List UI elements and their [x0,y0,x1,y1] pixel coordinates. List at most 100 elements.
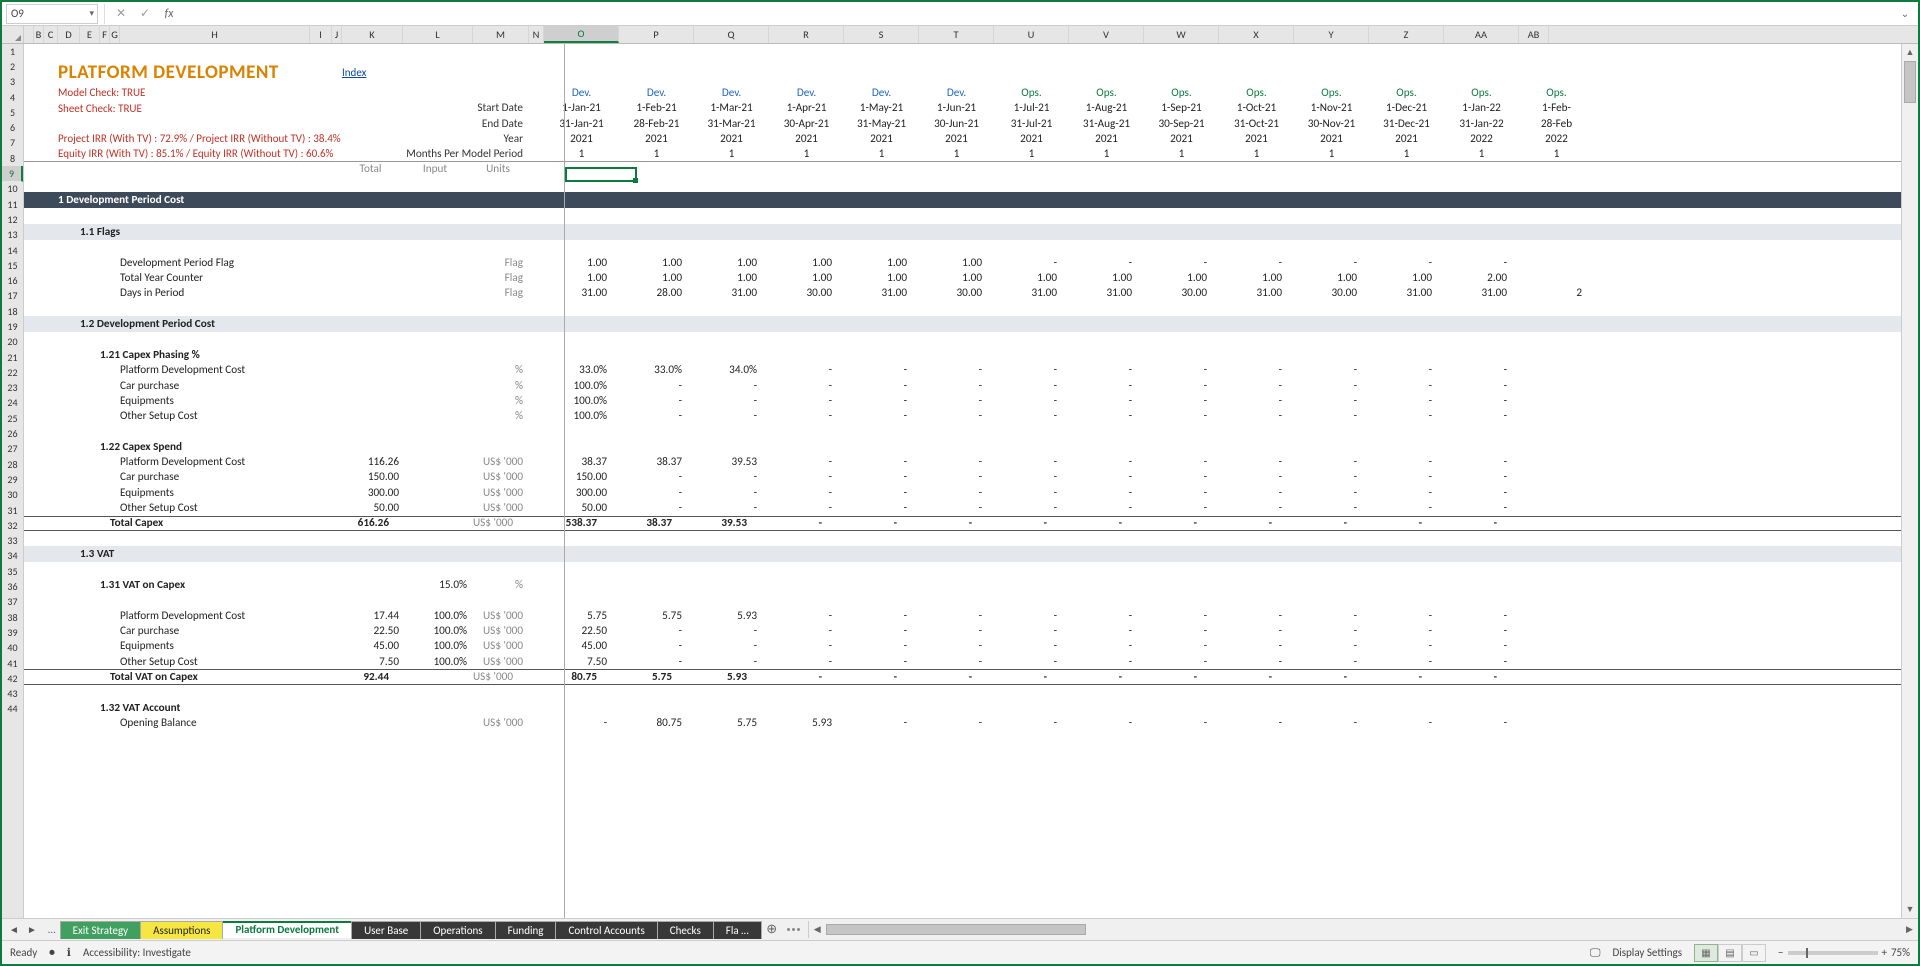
macro-record-icon[interactable]: ⏺ [49,946,55,960]
add-sheet-icon[interactable]: ⊕ [761,922,783,937]
display-settings[interactable]: Display Settings [1612,946,1682,959]
row-28[interactable]: 28 [2,457,23,472]
zoom-percent[interactable]: 75% [1891,946,1910,959]
row-40[interactable]: 40 [2,641,23,656]
hscroll-thumb[interactable] [826,924,1086,935]
row-31[interactable]: 31 [2,503,23,518]
col-H[interactable]: H [120,26,310,43]
name-box[interactable]: O9▾ [6,4,98,24]
scroll-up-icon[interactable]: ▲ [1902,44,1918,61]
row-26[interactable]: 26 [2,426,23,441]
tab-last-icon[interactable]: ► [24,923,40,936]
col-I[interactable]: I [310,26,332,43]
col-B[interactable]: B [34,26,44,43]
expand-formula-bar-icon[interactable]: ⌄ [1896,4,1914,24]
col-Z[interactable]: Z [1369,26,1444,43]
row-37[interactable]: 37 [2,595,23,610]
row-12[interactable]: 12 [2,212,23,227]
row-4[interactable]: 4 [2,90,23,105]
row-36[interactable]: 36 [2,579,23,594]
accessibility-icon[interactable]: ℹ [67,946,71,959]
col-J[interactable]: J [332,26,342,43]
row-35[interactable]: 35 [2,564,23,579]
row-43[interactable]: 43 [2,686,23,701]
zoom-control[interactable]: − + 75% [1778,946,1910,959]
row-10[interactable]: 10 [2,182,23,197]
view-page-break-icon[interactable]: ▭ [1742,944,1766,962]
col-W[interactable]: W [1144,26,1219,43]
row-41[interactable]: 41 [2,656,23,671]
scroll-left-icon[interactable]: ◀ [809,921,826,938]
col-V[interactable]: V [1069,26,1144,43]
vertical-scrollbar[interactable]: ▲ ▼ [1901,44,1918,918]
zoom-slider[interactable] [1788,951,1878,955]
spreadsheet-grid[interactable]: PLATFORM DEVELOPMENTIndexModel Check: TR… [24,44,1901,918]
zoom-out-icon[interactable]: − [1778,946,1783,959]
tab-control-accounts[interactable]: Control Accounts [555,921,657,939]
scroll-right-icon[interactable]: ▶ [1901,921,1918,938]
row-22[interactable]: 22 [2,365,23,380]
row-29[interactable]: 29 [2,472,23,487]
tab-operations[interactable]: Operations [420,921,495,939]
tab-exit-strategy[interactable]: Exit Strategy [60,921,142,939]
col-N[interactable]: N [529,26,544,43]
row-27[interactable]: 27 [2,442,23,457]
row-38[interactable]: 38 [2,610,23,625]
row-headers[interactable]: 1234567891011121314151617181920212223242… [2,44,24,918]
row-19[interactable]: 19 [2,319,23,334]
accessibility-status[interactable]: Accessibility: Investigate [83,946,191,959]
row-42[interactable]: 42 [2,671,23,686]
row-21[interactable]: 21 [2,350,23,365]
tab-first-icon[interactable]: ◄ [6,923,22,936]
col-F[interactable]: F [100,26,110,43]
cancel-formula-icon[interactable]: ✕ [111,4,131,24]
view-normal-icon[interactable]: ▦ [1694,944,1718,962]
tab-funding[interactable]: Funding [495,921,557,939]
row-33[interactable]: 33 [2,534,23,549]
row-13[interactable]: 13 [2,228,23,243]
col-P[interactable]: P [619,26,694,43]
col-M[interactable]: M [473,26,529,43]
col-X[interactable]: X [1219,26,1294,43]
row-17[interactable]: 17 [2,289,23,304]
row-25[interactable]: 25 [2,411,23,426]
col-K[interactable]: K [342,26,403,43]
accept-formula-icon[interactable]: ✓ [135,4,155,24]
row-11[interactable]: 11 [2,197,23,212]
row-16[interactable]: 16 [2,273,23,288]
col-Q[interactable]: Q [694,26,769,43]
scroll-down-icon[interactable]: ▼ [1902,901,1918,918]
zoom-in-icon[interactable]: + [1882,946,1887,959]
col-L[interactable]: L [403,26,473,43]
row-32[interactable]: 32 [2,518,23,533]
row-14[interactable]: 14 [2,243,23,258]
row-1[interactable]: 1 [2,44,23,59]
chevron-down-icon[interactable]: ▾ [89,8,94,19]
col-Y[interactable]: Y [1294,26,1369,43]
row-18[interactable]: 18 [2,304,23,319]
scroll-thumb[interactable] [1904,61,1916,103]
tab-checks[interactable]: Checks [657,921,714,939]
select-all-corner[interactable] [2,26,24,43]
col-T[interactable]: T [919,26,994,43]
col-D[interactable]: D [58,26,80,43]
tab-flags[interactable]: Fla … [713,921,762,939]
row-8[interactable]: 8 [2,151,23,166]
tab-overflow-icon[interactable]: … [44,923,60,936]
col-AA[interactable]: AA [1444,26,1519,43]
column-headers[interactable]: B C D E F G H I J K L M N O P Q R S T U … [2,26,1918,44]
insert-function-icon[interactable]: fx [159,4,179,24]
tab-nav-buttons[interactable]: ◄► [2,923,44,936]
row-30[interactable]: 30 [2,488,23,503]
col-AB[interactable]: AB [1519,26,1549,43]
row-3[interactable]: 3 [2,75,23,90]
row-44[interactable]: 44 [2,702,23,717]
row-5[interactable]: 5 [2,105,23,120]
tab-assumptions[interactable]: Assumptions [140,921,223,939]
col-O[interactable]: O [544,26,619,43]
row-39[interactable]: 39 [2,625,23,640]
col-C[interactable]: C [44,26,58,43]
row-2[interactable]: 2 [2,59,23,74]
horizontal-scrollbar[interactable]: ◀ ▶ [808,921,1918,938]
row-6[interactable]: 6 [2,120,23,135]
